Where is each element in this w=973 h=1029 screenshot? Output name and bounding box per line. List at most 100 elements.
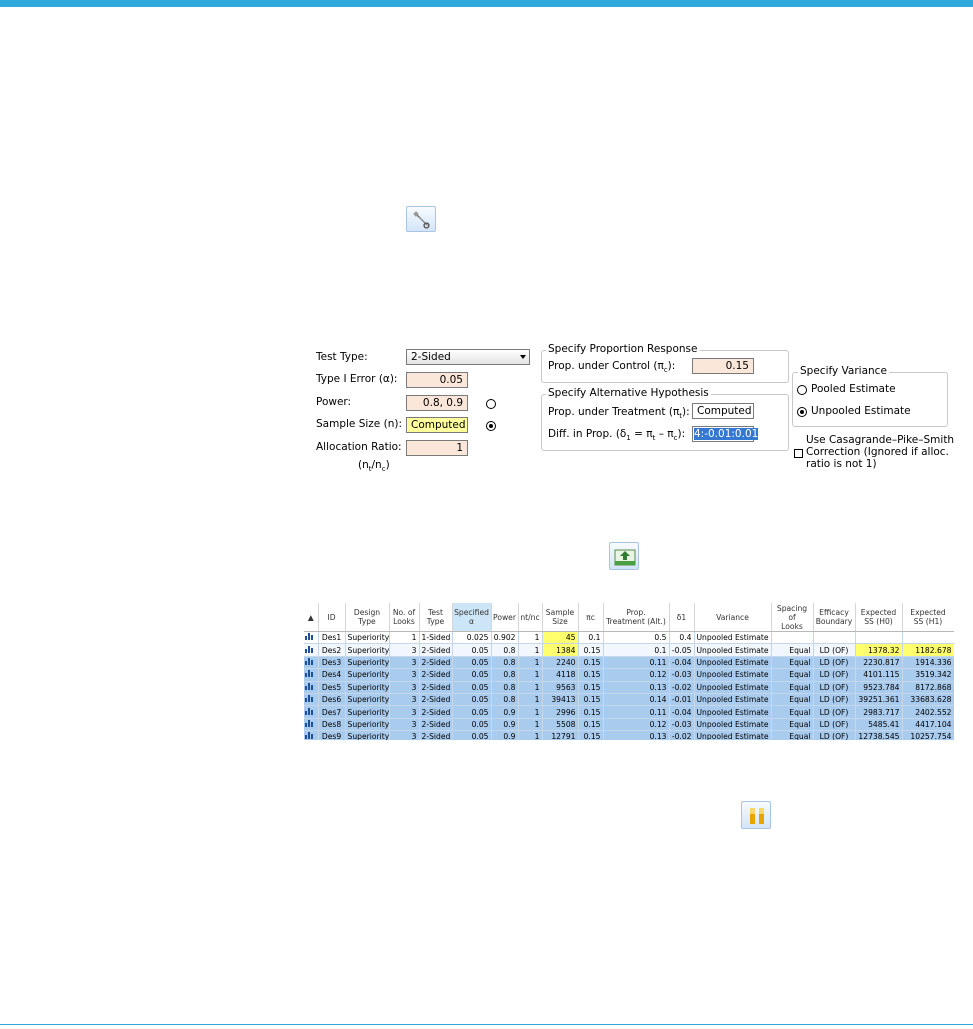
- column-header-prop-treatment[interactable]: Prop. Treatment (Alt.): [603, 603, 670, 632]
- cell-spacing: Equal: [771, 693, 814, 707]
- column-header-looks[interactable]: No. of Looks: [389, 603, 420, 632]
- column-header-pic[interactable]: πc: [578, 603, 604, 632]
- pooled-estimate-radio[interactable]: [797, 385, 807, 395]
- wrench-icon-graphic: [413, 211, 430, 229]
- cell-design-type: Superiority: [345, 730, 390, 740]
- cell-looks: 3: [389, 681, 420, 694]
- table-row[interactable]: Des5 Superiority 3 2-Sided 0.05 0.8 1 9563 0.15 0…: [304, 681, 954, 694]
- diff-prop-field[interactable]: 4:-0.01:0.01: [692, 426, 759, 442]
- cell-sample-size: 2996: [542, 705, 579, 719]
- treatment-prop-field[interactable]: Computed: [692, 403, 754, 419]
- cell-efficacy: LD (OF): [813, 668, 856, 682]
- column-header-test-type[interactable]: Test Type: [419, 603, 453, 632]
- export-icon[interactable]: [609, 542, 639, 570]
- column-header-power[interactable]: Power: [491, 603, 519, 632]
- unpooled-estimate-radio[interactable]: [797, 407, 807, 417]
- cell-alpha: 0.05: [452, 693, 492, 707]
- column-header-ratio[interactable]: nt/nc: [518, 603, 543, 632]
- cell-sample-size: 39413: [542, 693, 579, 707]
- cell-ess-h0: 39251.361: [855, 693, 903, 707]
- cell-variance: Unpooled Estimate: [694, 643, 772, 657]
- cell-prop-treatment: 0.1: [603, 643, 670, 657]
- casagrande-correction-checkbox[interactable]: [794, 449, 803, 458]
- allocation-ratio-field[interactable]: 1: [406, 440, 468, 456]
- column-header-spacing[interactable]: Spacing of Looks: [771, 603, 814, 632]
- cell-test-type: 2-Sided: [419, 656, 453, 670]
- sample-size-field[interactable]: Computed: [406, 417, 468, 433]
- cell-spacing: Equal: [771, 668, 814, 682]
- column-header-ess-h0[interactable]: Expected SS (H0): [855, 603, 903, 632]
- column-header-alpha[interactable]: Specified α: [452, 603, 492, 632]
- wrench-icon[interactable]: [406, 206, 436, 232]
- cell-ess-h0: 1378.32: [855, 643, 903, 657]
- design-row-icon: [304, 693, 319, 707]
- cell-test-type: 2-Sided: [419, 643, 453, 657]
- cell-power: 0.902: [491, 631, 519, 645]
- cell-pic: 0.15: [578, 693, 604, 707]
- sample-size-radio[interactable]: [486, 421, 496, 431]
- cell-id: Des4: [318, 668, 346, 682]
- cell-efficacy: LD (OF): [813, 681, 856, 694]
- cell-id: Des1: [318, 631, 346, 645]
- column-header-variance[interactable]: Variance: [694, 603, 772, 632]
- column-header-design-type[interactable]: Design Type: [345, 603, 390, 632]
- power-radio[interactable]: [486, 399, 496, 409]
- cell-power: 0.8: [491, 693, 519, 707]
- column-header-ess-h1[interactable]: Expected SS (H1): [902, 603, 954, 632]
- cell-alpha: 0.05: [452, 730, 492, 740]
- cell-power: 0.8: [491, 656, 519, 670]
- cell-looks: 3: [389, 730, 420, 740]
- variance-group: [792, 372, 948, 427]
- sort-up-icon[interactable]: ▲: [304, 603, 319, 632]
- column-header-sample-size[interactable]: Sample Size: [542, 603, 579, 632]
- cell-variance: Unpooled Estimate: [694, 705, 772, 719]
- test-type-select[interactable]: 2-Sided: [406, 349, 530, 365]
- cell-test-type: 2-Sided: [419, 730, 453, 740]
- table-row[interactable]: Des4 Superiority 3 2-Sided 0.05 0.8 1 4118 0.15 0…: [304, 668, 954, 682]
- table-row[interactable]: Des8 Superiority 3 2-Sided 0.05 0.9 1 5508 0.15 0…: [304, 718, 954, 732]
- cell-variance: Unpooled Estimate: [694, 693, 772, 707]
- type1-error-field[interactable]: 0.05: [406, 372, 468, 388]
- cell-delta: -0.05: [669, 643, 695, 657]
- designs-table: ▲ ID Design Type No. of Looks Test Type Spec…: [304, 603, 954, 740]
- pause-icon[interactable]: [741, 801, 771, 829]
- power-field[interactable]: 0.8, 0.9: [406, 395, 468, 411]
- cell-spacing: Equal: [771, 730, 814, 740]
- sample-size-label: Sample Size (n):: [316, 418, 402, 430]
- table-row[interactable]: Des7 Superiority 3 2-Sided 0.05 0.9 1 2996 0.15 0…: [304, 705, 954, 719]
- cell-efficacy: LD (OF): [813, 693, 856, 707]
- cell-alpha: 0.05: [452, 705, 492, 719]
- cell-sample-size: 12791: [542, 730, 579, 740]
- column-header-efficacy[interactable]: Efficacy Boundary: [813, 603, 856, 632]
- cell-ess-h0: 12738.545: [855, 730, 903, 740]
- cell-ratio: 1: [518, 631, 543, 645]
- cell-design-type: Superiority: [345, 631, 390, 645]
- variance-title: Specify Variance: [798, 365, 889, 377]
- cell-ratio: 1: [518, 705, 543, 719]
- design-row-icon: [304, 656, 319, 670]
- cell-pic: 0.15: [578, 656, 604, 670]
- top-accent-bar: [0, 0, 973, 7]
- type1-error-label: Type I Error (α):: [316, 373, 398, 385]
- pause-icon-graphic: [750, 808, 764, 824]
- unpooled-estimate-label: Unpooled Estimate: [811, 405, 911, 417]
- cell-sample-size: 45: [542, 631, 579, 645]
- cell-test-type: 2-Sided: [419, 718, 453, 732]
- control-prop-field[interactable]: 0.15: [692, 358, 754, 374]
- table-row[interactable]: Des1 Superiority 1 1-Sided 0.025 0.902 1 45 0.1 0…: [304, 631, 954, 645]
- cell-looks: 3: [389, 656, 420, 670]
- cell-looks: 3: [389, 693, 420, 707]
- cell-power: 0.8: [491, 643, 519, 657]
- diff-prop-value: 4:-0.01:0.01: [694, 428, 759, 440]
- table-row[interactable]: Des9 Superiority 3 2-Sided 0.05 0.9 1 12791 0.15…: [304, 730, 954, 740]
- cell-delta: -0.03: [669, 718, 695, 732]
- column-header-delta[interactable]: δ1: [669, 603, 695, 632]
- table-row[interactable]: Des3 Superiority 3 2-Sided 0.05 0.8 1 2240 0.15 0…: [304, 656, 954, 670]
- column-header-id[interactable]: ID: [318, 603, 346, 632]
- test-type-label: Test Type:: [316, 351, 368, 363]
- cell-pic: 0.15: [578, 681, 604, 694]
- table-row[interactable]: Des6 Superiority 3 2-Sided 0.05 0.8 1 39413 0.15…: [304, 693, 954, 707]
- cell-prop-treatment: 0.11: [603, 656, 670, 670]
- table-row[interactable]: Des2 Superiority 3 2-Sided 0.05 0.8 1 1384 0.15 0…: [304, 643, 954, 657]
- cell-pic: 0.15: [578, 705, 604, 719]
